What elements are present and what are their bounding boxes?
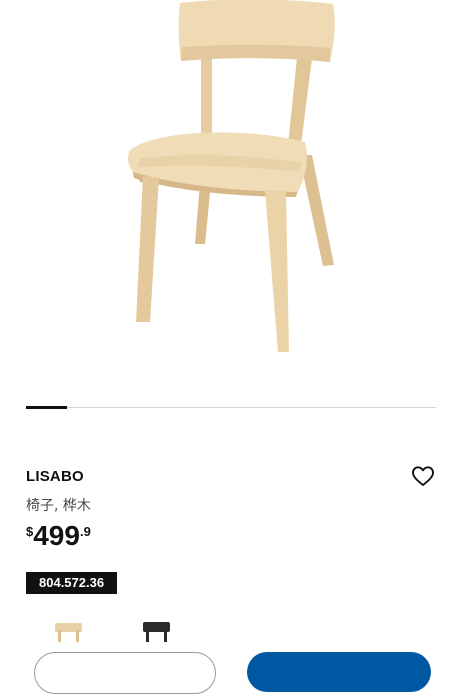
secondary-action-button[interactable] [34,652,216,694]
chair-illustration [128,0,335,352]
add-to-cart-button[interactable] [247,652,431,692]
gallery-progress-indicator [26,406,67,409]
article-number-badge: 804.572.36 [26,572,118,594]
chair-thumbnail-ash-icon [55,623,82,642]
color-option-ash[interactable] [52,618,86,644]
chair-thumbnail-black-icon [143,622,170,642]
product-price: $499.9 [26,522,91,550]
price-integer: 499 [33,520,80,551]
product-title: LISABO [26,468,84,485]
favorite-button[interactable] [411,465,435,487]
heart-icon [412,466,434,486]
price-decimal: .9 [79,524,91,539]
gallery-progress-track [26,407,436,408]
color-option-black[interactable] [140,618,174,644]
product-image[interactable] [0,0,461,395]
price-currency: $ [26,524,34,539]
product-description: 椅子, 桦木 [26,498,91,514]
